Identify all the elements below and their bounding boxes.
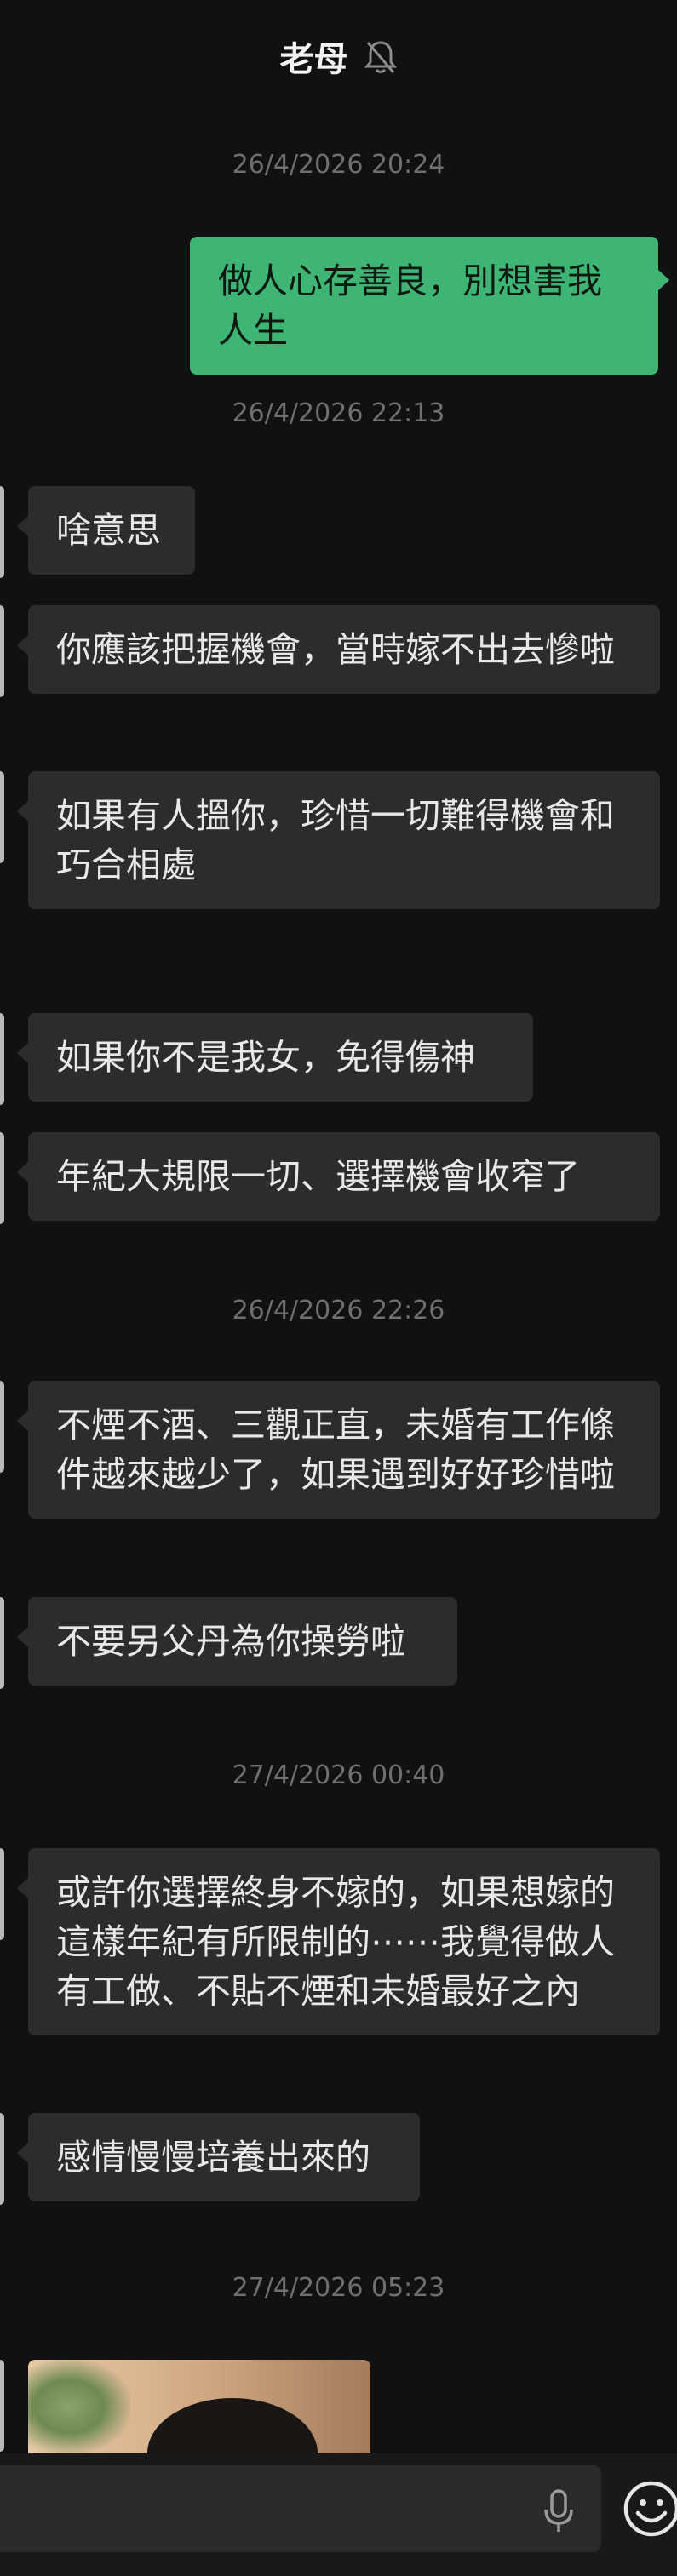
chat-title[interactable]: 老母 — [0, 34, 677, 85]
message-bubble-incoming[interactable]: 啥意思 — [17, 486, 195, 575]
timestamp: 26/4/2026 22:13 — [232, 398, 445, 428]
emoji-icon[interactable] — [622, 2479, 677, 2539]
avatar[interactable] — [0, 1381, 4, 1473]
message-bubble-incoming[interactable]: 你應該把握機會，當時嫁不出去慘啦 — [17, 605, 660, 694]
avatar[interactable] — [0, 1132, 4, 1224]
message-bubble-outgoing[interactable]: 做人心存善良，別想害我人生 — [190, 237, 669, 375]
avatar[interactable] — [0, 486, 4, 578]
image-message[interactable] — [28, 2360, 370, 2453]
chat-header: 老母 — [0, 0, 677, 119]
contact-name: 老母 — [279, 40, 348, 79]
photo-plant — [28, 2360, 130, 2453]
message-bubble-incoming[interactable]: 感情慢慢培養出來的 — [17, 2113, 420, 2201]
message-bubble-incoming[interactable]: 不煙不酒、三觀正直，未婚有工作條件越來越少了，如果遇到好好珍惜啦 — [17, 1381, 660, 1519]
timestamp: 27/4/2026 00:40 — [232, 1760, 445, 1790]
avatar[interactable] — [0, 2360, 4, 2452]
avatar[interactable] — [0, 605, 4, 697]
timestamp: 26/4/2026 22:26 — [232, 1296, 445, 1325]
message-bubble-incoming[interactable]: 如果你不是我女，免得傷神 — [17, 1013, 533, 1102]
microphone-icon[interactable] — [542, 2489, 576, 2533]
avatar[interactable] — [0, 1597, 4, 1689]
avatar[interactable] — [0, 1013, 4, 1105]
message-input[interactable] — [0, 2465, 601, 2552]
avatar[interactable] — [0, 771, 4, 863]
composer-bar — [0, 2453, 677, 2576]
photo-subject — [147, 2398, 318, 2453]
bell-muted-icon — [364, 38, 398, 76]
message-bubble-incoming[interactable]: 如果有人搵你，珍惜一切難得機會和巧合相處 — [17, 771, 660, 909]
avatar[interactable] — [0, 1848, 4, 1940]
timestamp: 27/4/2026 05:23 — [232, 2273, 445, 2303]
message-bubble-incoming[interactable]: 年紀大規限一切、選擇機會收窄了 — [17, 1132, 660, 1221]
timestamp: 26/4/2026 20:24 — [232, 150, 445, 180]
message-bubble-incoming[interactable]: 或許你選擇終身不嫁的，如果想嫁的這樣年紀有所限制的⋯⋯我覺得做人有工做、不貼不煙… — [17, 1848, 660, 2035]
message-bubble-incoming[interactable]: 不要另父丹為你操勞啦 — [17, 1597, 457, 1686]
avatar[interactable] — [0, 2113, 4, 2205]
